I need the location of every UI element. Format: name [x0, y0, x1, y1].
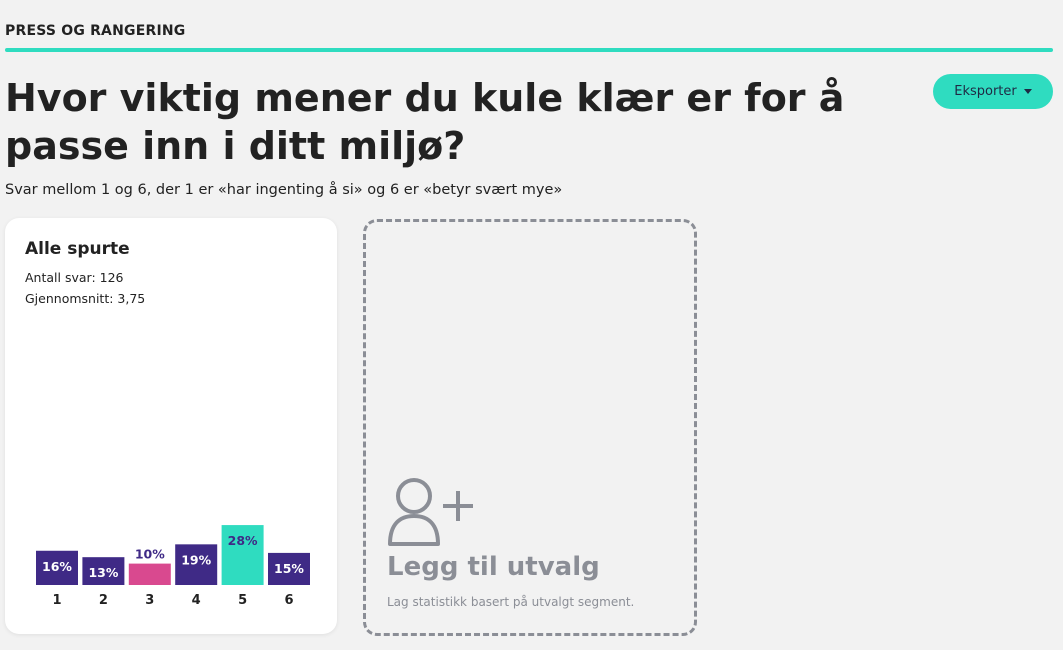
bar-value-label-6: 15%	[274, 561, 304, 576]
export-button-label: Eksporter	[954, 84, 1017, 99]
add-segment-card[interactable]: Legg til utvalg Lag statistikk basert på…	[363, 219, 697, 636]
export-button[interactable]: Eksporter	[933, 74, 1053, 109]
question-title: Hvor viktig mener du kule klær er for å …	[5, 76, 845, 168]
x-tick-label-1: 1	[52, 593, 61, 608]
bar-value-label-2: 13%	[88, 565, 118, 580]
x-tick-label-2: 2	[99, 593, 108, 608]
bar-value-label-5: 28%	[228, 533, 258, 548]
bar-3	[128, 563, 171, 585]
bar-value-label-3: 10%	[135, 547, 165, 562]
result-card-all: Alle spurte Antall svar: 126 Gjennomsnit…	[5, 218, 337, 634]
question-subtitle: Svar mellom 1 og 6, der 1 er «har ingent…	[5, 182, 563, 198]
add-user-icon	[388, 478, 473, 546]
add-segment-description: Lag statistikk basert på utvalgt segment…	[387, 595, 635, 609]
distribution-chart: 16% 1 13% 2 10% 3 19% 4 28% 5 15% 6	[36, 525, 310, 608]
bar-value-label-4: 19%	[181, 552, 211, 567]
section-label: PRESS OG RANGERING	[5, 23, 186, 39]
caret-down-icon	[1023, 89, 1032, 94]
bar-value-label-1: 16%	[42, 559, 72, 574]
add-segment-title: Legg til utvalg	[387, 552, 600, 582]
section-divider	[5, 48, 1053, 52]
x-tick-label-5: 5	[238, 593, 247, 608]
x-tick-label-4: 4	[192, 593, 201, 608]
x-tick-label-6: 6	[284, 593, 293, 608]
x-tick-label-3: 3	[145, 593, 154, 608]
